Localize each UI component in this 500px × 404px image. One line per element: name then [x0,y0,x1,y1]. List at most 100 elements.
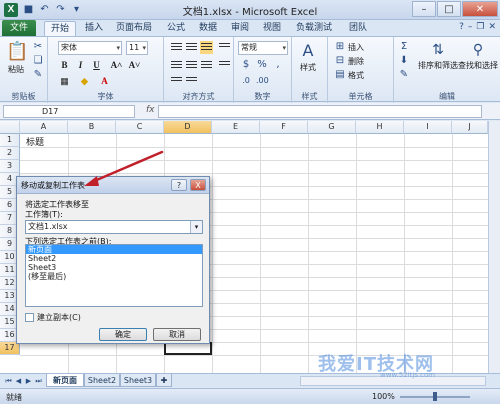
paste-button[interactable]: 📋 粘贴 [6,41,28,75]
find-select-button[interactable]: ⚲ 查找和选择 [458,41,498,71]
column-header[interactable]: E [212,121,260,134]
column-header[interactable]: I [404,121,452,134]
autosum-icon[interactable]: Σ [398,41,410,53]
prev-sheet-icon[interactable]: ◀ [14,376,23,386]
row-header[interactable]: 3 [0,160,20,173]
sheet-tab[interactable]: Sheet3 [120,374,156,387]
select-all-corner[interactable] [0,121,20,134]
tab-page-layout[interactable]: 页面布局 [112,21,156,36]
column-header[interactable]: H [356,121,404,134]
decrease-font-button[interactable]: A˅ [128,59,141,72]
insert-sheet-icon[interactable]: ✚ [156,374,172,387]
align-left-icon[interactable] [170,59,183,72]
tab-formulas[interactable]: 公式 [162,21,190,36]
row-header[interactable]: 1 [0,134,20,147]
create-copy-checkbox[interactable]: 建立副本(C) [25,312,81,323]
column-header[interactable]: A [20,121,68,134]
styles-button[interactable]: A 样式 [298,41,318,73]
cell-a1[interactable]: 标题 [26,135,44,148]
indent-increase-icon[interactable] [185,75,198,88]
underline-button[interactable]: U [90,59,103,72]
column-header[interactable]: J [452,121,488,134]
increase-font-button[interactable]: A˄ [110,59,123,72]
border-icon[interactable]: ▦ [58,75,71,88]
checkbox-box[interactable] [25,313,34,322]
cancel-button[interactable]: 取消 [153,328,201,341]
tab-team[interactable]: 团队 [344,21,372,36]
fill-icon[interactable]: ⬇ [398,55,410,67]
tab-review[interactable]: 审阅 [226,21,254,36]
close-workbook-icon[interactable]: ✕ [488,22,496,32]
tab-load-test[interactable]: 负载测试 [292,21,336,36]
decrease-decimal-icon[interactable]: .00 [256,75,269,87]
first-sheet-icon[interactable]: ⏮ [4,376,13,386]
align-right-icon[interactable] [200,59,213,72]
clear-icon[interactable]: ✎ [398,69,410,81]
clipboard-label: 剪贴板 [11,92,36,101]
minimize-ribbon-icon[interactable]: – [468,22,473,32]
tab-view[interactable]: 视图 [258,21,286,36]
zoom-level[interactable]: 100% [372,392,395,401]
fill-color-icon[interactable]: ◆ [78,75,91,88]
vertical-scrollbar[interactable] [488,121,500,373]
align-middle-icon[interactable] [185,41,198,54]
align-top-icon[interactable] [170,41,183,54]
wrap-text-icon[interactable] [218,41,231,54]
minimize-button[interactable]: – [412,1,436,17]
list-item[interactable]: Sheet2 [26,254,202,263]
indent-decrease-icon[interactable] [170,75,183,88]
name-box[interactable]: D17 [3,105,135,118]
font-name-select[interactable]: 宋体 ▾ [58,41,122,55]
tab-insert[interactable]: 插入 [80,21,108,36]
increase-decimal-icon[interactable]: .0 [240,75,252,87]
help-icon[interactable]: ? [459,22,464,32]
bold-button[interactable]: B [58,59,71,72]
close-button[interactable]: ✕ [462,1,498,17]
status-bar: 就绪 100% [0,388,500,404]
tab-home[interactable]: 开始 [44,21,76,36]
italic-button[interactable]: I [74,59,87,72]
cut-icon[interactable]: ✂ [32,41,44,53]
number-label: 数字 [254,92,271,101]
zoom-slider-thumb[interactable] [433,392,437,401]
row-header[interactable]: 2 [0,147,20,160]
dialog-close-button[interactable]: X [190,179,206,191]
merge-center-icon[interactable] [218,59,231,72]
column-header[interactable]: B [68,121,116,134]
function-icon[interactable]: fx [146,105,155,115]
before-sheet-list[interactable]: 新页面 Sheet2 Sheet3 (移至最后) [25,244,203,307]
next-sheet-icon[interactable]: ▶ [24,376,33,386]
format-button[interactable]: ▤ 格式 [334,69,364,81]
number-format-select[interactable]: 常规 ▾ [238,41,288,55]
percent-icon[interactable]: % [256,59,268,71]
tab-data[interactable]: 数据 [194,21,222,36]
sheet-tab-active[interactable]: 新页面 [46,374,84,387]
sheet-tab[interactable]: Sheet2 [84,374,120,387]
font-color-icon[interactable]: A [98,75,111,88]
insert-button[interactable]: ⊞ 插入 [334,41,364,53]
copy-icon[interactable]: ❏ [32,55,44,67]
align-center-icon[interactable] [185,59,198,72]
restore-icon[interactable]: ❐ [476,22,484,32]
format-painter-icon[interactable]: ✎ [32,69,44,81]
sort-filter-button[interactable]: ⇅ 排序和筛选 [418,41,458,71]
tab-file[interactable]: 文件 [2,20,36,36]
dialog-help-button[interactable]: ? [171,179,187,191]
maximize-button[interactable]: □ [437,1,461,17]
align-bottom-icon[interactable] [200,41,213,54]
list-item[interactable]: (移至最后) [26,272,202,281]
ok-button[interactable]: 确定 [99,328,147,341]
formula-input[interactable] [158,105,482,118]
column-header[interactable]: F [260,121,308,134]
workbook-select[interactable]: 文档1.xlsx ▾ [25,220,203,234]
column-header-selected[interactable]: D [164,121,212,134]
column-header[interactable]: C [116,121,164,134]
comma-icon[interactable]: , [272,59,284,71]
list-item[interactable]: Sheet3 [26,263,202,272]
last-sheet-icon[interactable]: ⏭ [34,376,43,386]
list-item-selected[interactable]: 新页面 [26,245,202,254]
currency-icon[interactable]: $ [240,59,252,71]
font-size-select[interactable]: 11 ▾ [126,41,148,55]
delete-button[interactable]: ⊟ 删除 [334,55,364,67]
column-header[interactable]: G [308,121,356,134]
